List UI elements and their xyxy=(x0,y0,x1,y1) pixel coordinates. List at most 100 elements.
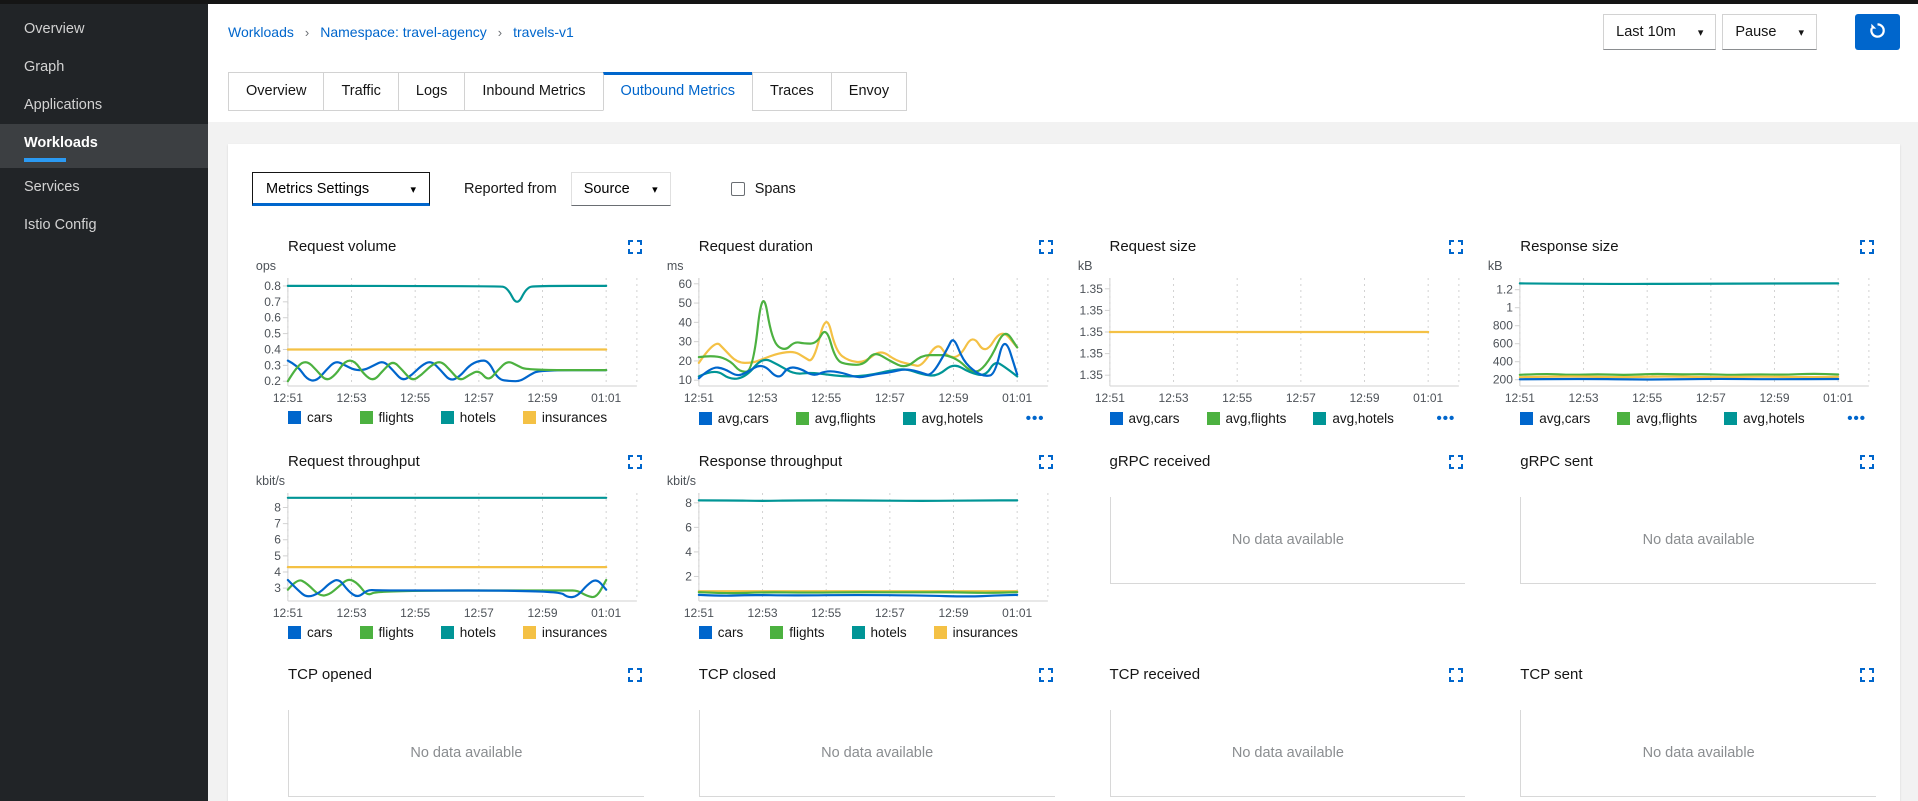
svg-text:1: 1 xyxy=(1506,301,1513,315)
tab-traces[interactable]: Traces xyxy=(752,72,832,111)
legend-item-avg-hotels[interactable]: avg,hotels xyxy=(902,411,983,426)
legend-item-hotels[interactable]: hotels xyxy=(851,625,907,640)
sidebar-item-overview[interactable]: Overview xyxy=(0,10,208,48)
legend-item-flights[interactable]: flights xyxy=(770,625,825,640)
spans-toggle[interactable]: Spans xyxy=(730,181,796,197)
legend-label: avg,flights xyxy=(1225,411,1287,426)
legend-item-flights[interactable]: flights xyxy=(359,410,414,425)
legend-item-cars[interactable]: cars xyxy=(288,410,333,425)
expand-chart-button[interactable] xyxy=(1858,238,1876,256)
svg-text:10: 10 xyxy=(678,373,692,387)
expand-icon xyxy=(1449,668,1464,682)
legend-item-hotels[interactable]: hotels xyxy=(440,410,496,425)
breadcrumb-link[interactable]: Workloads xyxy=(228,24,294,40)
expand-chart-button[interactable] xyxy=(1858,453,1876,471)
chart-title: TCP closed xyxy=(698,666,777,683)
legend-label: cars xyxy=(307,410,333,425)
legend-item-insurances[interactable]: insurances xyxy=(522,625,607,640)
chart-title: TCP received xyxy=(1109,666,1201,683)
metrics-settings-dropdown[interactable]: Metrics Settings ▾ xyxy=(252,172,430,206)
legend-overflow-button[interactable]: ••• xyxy=(1026,410,1045,427)
expand-icon xyxy=(1860,455,1874,469)
expand-chart-button[interactable] xyxy=(1858,666,1876,684)
legend-label: insurances xyxy=(541,410,608,425)
refresh-interval-dropdown[interactable]: Pause ▾ xyxy=(1722,14,1817,50)
legend-item-hotels[interactable]: hotels xyxy=(440,625,496,640)
legend-swatch xyxy=(770,626,784,639)
legend-item-avg-flights[interactable]: avg,flights xyxy=(1617,411,1697,426)
svg-text:0.5: 0.5 xyxy=(264,327,281,341)
svg-text:4: 4 xyxy=(274,565,281,579)
chart-header: gRPC sent xyxy=(1484,453,1876,471)
legend-item-avg-hotels[interactable]: avg,hotels xyxy=(1313,411,1394,426)
sidebar-item-istio-config[interactable]: Istio Config xyxy=(0,206,208,244)
sidebar-item-services[interactable]: Services xyxy=(0,168,208,206)
chart-header: Request duration xyxy=(663,238,1055,256)
legend-item-avg-cars[interactable]: avg,cars xyxy=(1520,411,1590,426)
expand-chart-button[interactable] xyxy=(626,453,644,471)
svg-text:6: 6 xyxy=(274,533,281,547)
series-hotels xyxy=(286,284,608,303)
spans-checkbox[interactable] xyxy=(730,182,745,196)
expand-chart-button[interactable] xyxy=(1447,666,1465,684)
legend-item-avg-cars[interactable]: avg,cars xyxy=(698,411,769,426)
sidebar-item-applications[interactable]: Applications xyxy=(0,86,208,124)
tab-outbound-metrics[interactable]: Outbound Metrics xyxy=(602,72,753,111)
expand-chart-button[interactable] xyxy=(1447,238,1465,256)
series-avg,insurances xyxy=(1519,375,1840,379)
sidebar-item-workloads[interactable]: Workloads xyxy=(0,124,208,168)
tab-envoy[interactable]: Envoy xyxy=(830,72,908,111)
legend-item-avg-flights[interactable]: avg,flights xyxy=(1206,411,1287,426)
expand-chart-button[interactable] xyxy=(626,666,644,684)
legend-label: avg,hotels xyxy=(1743,411,1805,426)
legend-item-avg-cars[interactable]: avg,cars xyxy=(1109,411,1180,426)
breadcrumb-link[interactable]: travels-v1 xyxy=(513,24,574,40)
legend-swatch xyxy=(1109,412,1123,425)
legend-item-avg-flights[interactable]: avg,flights xyxy=(795,411,876,426)
expand-icon xyxy=(1449,240,1464,254)
legend-item-flights[interactable]: flights xyxy=(359,625,414,640)
no-data-message: No data available xyxy=(1231,532,1344,548)
time-range-dropdown[interactable]: Last 10m ▾ xyxy=(1603,14,1717,50)
reported-from-select[interactable]: Source ▾ xyxy=(570,172,671,206)
tab-logs[interactable]: Logs xyxy=(397,72,466,111)
legend-overflow-button[interactable]: ••• xyxy=(1436,410,1455,427)
tab-overview[interactable]: Overview xyxy=(228,72,325,111)
chart-title: Response throughput xyxy=(698,453,843,470)
sidebar-item-label: Graph xyxy=(24,59,65,75)
expand-chart-button[interactable] xyxy=(626,238,644,256)
svg-text:3: 3 xyxy=(274,581,281,595)
expand-chart-button[interactable] xyxy=(1447,453,1465,471)
legend-label: avg,flights xyxy=(814,411,876,426)
svg-text:2: 2 xyxy=(685,569,692,583)
svg-text:50: 50 xyxy=(678,296,692,310)
legend-item-avg-hotels[interactable]: avg,hotels xyxy=(1724,411,1805,426)
expand-chart-button[interactable] xyxy=(1037,666,1055,684)
breadcrumb-link[interactable]: Namespace: travel-agency xyxy=(320,24,487,40)
tab-traffic[interactable]: Traffic xyxy=(323,72,399,111)
chart-header: Request volume xyxy=(252,238,644,256)
svg-text:12:55: 12:55 xyxy=(811,391,841,405)
metrics-controls: Metrics Settings ▾ Reported from Source … xyxy=(252,172,1886,206)
chart-canvas: kB 12:51 12:53 12:55 12:57 12:59 01:01 1.35 1.35… xyxy=(1077,259,1459,405)
tab-inbound-metrics[interactable]: Inbound Metrics xyxy=(464,72,604,111)
legend-item-insurances[interactable]: insurances xyxy=(522,410,608,425)
svg-text:12:53: 12:53 xyxy=(337,391,367,405)
chart-grpc-sent: gRPC sent No data available xyxy=(1484,453,1876,640)
expand-chart-button[interactable] xyxy=(1037,238,1055,256)
legend-item-cars[interactable]: cars xyxy=(288,625,333,640)
sidebar-item-graph[interactable]: Graph xyxy=(0,48,208,86)
expand-chart-button[interactable] xyxy=(1037,453,1055,471)
legend-overflow-button[interactable]: ••• xyxy=(1847,410,1866,427)
series-avg,hotels xyxy=(1519,282,1840,286)
chart-title: gRPC sent xyxy=(1520,453,1593,470)
chart-header: TCP sent xyxy=(1484,666,1876,684)
legend-swatch xyxy=(1520,412,1534,425)
refresh-button[interactable] xyxy=(1855,14,1900,50)
legend-item-insurances[interactable]: insurances xyxy=(933,625,1018,640)
legend-item-cars[interactable]: cars xyxy=(698,625,743,640)
chart-response-size: Response size kB 12:51 12:53 12:55 12:57 12:59… xyxy=(1484,238,1876,427)
svg-text:8: 8 xyxy=(274,501,281,515)
legend-label: hotels xyxy=(459,625,496,640)
svg-text:400: 400 xyxy=(1493,355,1513,369)
